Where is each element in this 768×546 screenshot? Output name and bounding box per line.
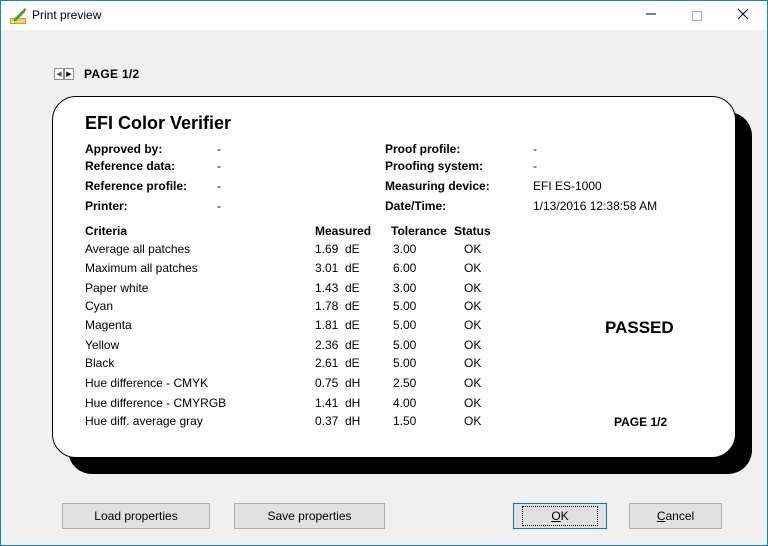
tolerance-cell: 3.00 xyxy=(393,242,417,256)
measured-cell: 1.43 xyxy=(315,281,339,295)
close-icon xyxy=(737,7,749,25)
result-status: PASSED xyxy=(605,318,674,337)
pencil-ruler-icon xyxy=(10,8,26,24)
tolerance-column-header: Tolerance xyxy=(391,224,447,238)
criteria-cell: Hue difference - CMYK xyxy=(85,376,209,390)
measured-cell: 3.01 xyxy=(315,261,339,275)
tolerance-cell: 5.00 xyxy=(393,318,417,332)
criteria-cell: Magenta xyxy=(85,318,132,332)
criteria-cell: Maximum all patches xyxy=(85,261,198,275)
measuring-device-value: EFI ES-1000 xyxy=(533,179,602,193)
ok-focus-rect: OK xyxy=(522,506,598,526)
status-cell: OK xyxy=(464,318,482,332)
status-cell: OK xyxy=(464,414,482,428)
status-cell: OK xyxy=(464,299,482,313)
proof-profile-value: - xyxy=(533,142,537,156)
ok-button[interactable]: OK xyxy=(513,503,607,529)
unit-cell: dH xyxy=(345,376,361,390)
reference-profile-label: Reference profile: xyxy=(85,179,188,193)
maximize-button[interactable] xyxy=(674,1,720,30)
page-indicator: PAGE 1/2 xyxy=(84,67,140,81)
print-preview-window: Print preview ◀ ▶ PAGE 1/2 EFI Color Ver… xyxy=(0,0,768,546)
unit-cell: dE xyxy=(345,356,360,370)
proofing-system-label: Proofing system: xyxy=(385,159,484,173)
unit-cell: dE xyxy=(345,261,360,275)
criteria-cell: Hue diff. average gray xyxy=(85,414,203,428)
measured-cell: 2.36 xyxy=(315,338,339,352)
criteria-cell: Average all patches xyxy=(85,242,191,256)
criteria-column-header: Criteria xyxy=(85,224,128,238)
reference-data-value: - xyxy=(217,159,221,173)
maximize-icon xyxy=(692,10,702,21)
load-properties-button[interactable]: Load properties xyxy=(62,503,210,529)
status-column-header: Status xyxy=(454,224,491,238)
status-cell: OK xyxy=(464,376,482,390)
reference-data-label: Reference data: xyxy=(85,159,176,173)
criteria-cell: Yellow xyxy=(85,338,120,352)
date-time-value: 1/13/2016 12:38:58 AM xyxy=(533,199,658,213)
criteria-cell: Paper white xyxy=(85,281,149,295)
approved-by-value: - xyxy=(217,142,221,156)
minimize-button[interactable] xyxy=(628,1,674,30)
criteria-cell: Cyan xyxy=(85,299,114,313)
proofing-system-value: - xyxy=(533,159,537,173)
unit-cell: dE xyxy=(345,299,360,313)
unit-cell: dE xyxy=(345,281,360,295)
measured-cell: 2.61 xyxy=(315,356,339,370)
window-title: Print preview xyxy=(32,8,102,22)
ok-label-rest: K xyxy=(560,509,569,523)
measuring-device-label: Measuring device: xyxy=(385,179,490,193)
tolerance-cell: 2.50 xyxy=(393,376,417,390)
tolerance-cell: 5.00 xyxy=(393,338,417,352)
tolerance-cell: 5.00 xyxy=(393,299,417,313)
criteria-cell: Hue difference - CMYRGB xyxy=(85,396,227,410)
measured-cell: 1.69 xyxy=(315,242,339,256)
unit-cell: dE xyxy=(345,338,360,352)
measured-cell: 1.81 xyxy=(315,318,339,332)
report-title: EFI Color Verifier xyxy=(85,113,232,133)
status-cell: OK xyxy=(464,356,482,370)
status-cell: OK xyxy=(464,281,482,295)
measured-cell: 1.78 xyxy=(315,299,339,313)
page-navigator: ◀ ▶ PAGE 1/2 xyxy=(54,67,140,81)
criteria-cell: Black xyxy=(85,356,115,370)
tolerance-cell: 4.00 xyxy=(393,396,417,410)
measured-cell: 1.41 xyxy=(315,396,339,410)
unit-cell: dE xyxy=(345,242,360,256)
next-page-icon[interactable]: ▶ xyxy=(64,68,74,80)
status-cell: OK xyxy=(464,396,482,410)
reference-profile-value: - xyxy=(217,179,221,193)
tolerance-cell: 5.00 xyxy=(393,356,417,370)
date-time-label: Date/Time: xyxy=(385,199,447,213)
minimize-icon xyxy=(645,7,657,25)
tolerance-cell: 3.00 xyxy=(393,281,417,295)
close-button[interactable] xyxy=(720,1,766,30)
measured-cell: 0.75 xyxy=(315,376,339,390)
status-cell: OK xyxy=(464,261,482,275)
approved-by-label: Approved by: xyxy=(85,142,163,156)
printer-label: Printer: xyxy=(85,199,128,213)
measured-column-header: Measured xyxy=(315,224,372,238)
cancel-button[interactable]: Cancel xyxy=(629,503,722,529)
cancel-label-rest: ancel xyxy=(665,509,695,523)
status-cell: OK xyxy=(464,242,482,256)
unit-cell: dH xyxy=(345,396,361,410)
unit-cell: dE xyxy=(345,318,360,332)
page-footer: PAGE 1/2 xyxy=(614,415,668,429)
save-properties-button[interactable]: Save properties xyxy=(234,503,385,529)
cancel-accelerator: C xyxy=(656,509,666,523)
proof-profile-label: Proof profile: xyxy=(385,142,461,156)
tolerance-cell: 6.00 xyxy=(393,261,417,275)
unit-cell: dH xyxy=(345,414,361,428)
prev-page-icon[interactable]: ◀ xyxy=(54,68,64,80)
title-bar: Print preview xyxy=(1,1,767,30)
ok-accelerator: O xyxy=(551,509,561,523)
measured-cell: 0.37 xyxy=(315,414,339,428)
status-cell: OK xyxy=(464,338,482,352)
printer-value: - xyxy=(217,199,221,213)
tolerance-cell: 1.50 xyxy=(393,414,417,428)
